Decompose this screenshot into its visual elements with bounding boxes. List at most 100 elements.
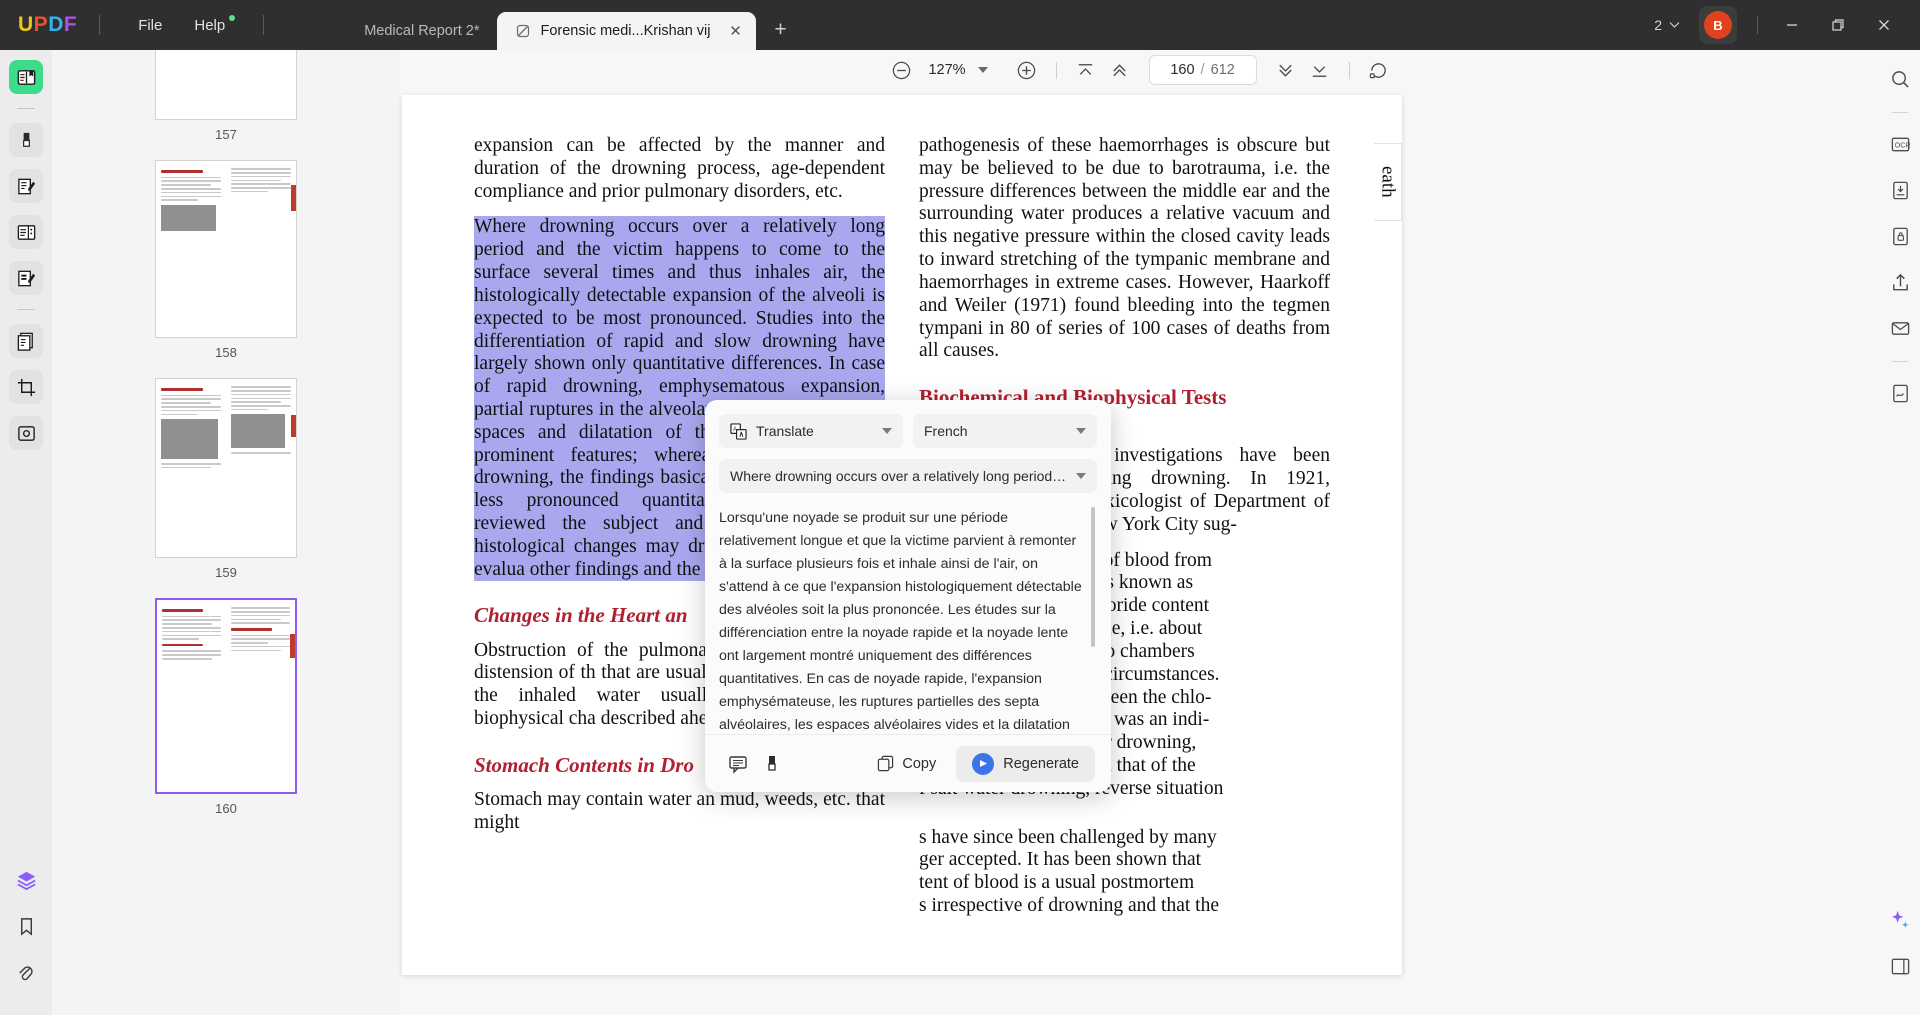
svg-text:OCR: OCR <box>1894 141 1910 149</box>
menu-help[interactable]: Help <box>178 14 241 34</box>
layers-icon[interactable] <box>9 863 43 897</box>
divider <box>17 309 35 310</box>
minimize-icon[interactable] <box>1770 6 1814 44</box>
thumbnail-page-image <box>155 598 297 794</box>
share-icon[interactable] <box>1885 267 1915 297</box>
next-page-icon[interactable] <box>1269 53 1303 87</box>
translate-panel-controls: A Translate French <box>705 400 1111 448</box>
comment-icon[interactable] <box>721 747 755 781</box>
document-count: 2 <box>1654 17 1662 33</box>
current-page: 160 <box>1170 62 1195 78</box>
zoom-in-icon[interactable] <box>1010 53 1044 87</box>
right-tool-rail: OCR <box>1880 50 1920 1015</box>
menu-help-label: Help <box>194 16 226 34</box>
avatar[interactable]: B <box>1699 6 1737 44</box>
pdf-icon <box>515 23 531 39</box>
thumbnail-page-image <box>155 50 297 120</box>
divider <box>263 15 265 35</box>
divider <box>1757 16 1758 34</box>
clipped-line: s irrespective of drowning and that the <box>919 895 1219 917</box>
source-text-dropdown[interactable]: Where drowning occurs over a relatively … <box>719 459 1097 493</box>
thumbnail-157[interactable]: 157 <box>52 50 400 160</box>
chevron-down-icon <box>1076 428 1086 434</box>
last-page-icon[interactable] <box>1303 53 1337 87</box>
document-toolbar: 127% 160 / 612 <box>400 50 1880 90</box>
language-dropdown[interactable]: French <box>913 414 1097 448</box>
translate-mode-dropdown[interactable]: A Translate <box>719 414 903 448</box>
logo-letter-u: U <box>18 13 34 36</box>
thumbnail-panel[interactable]: 157 158 159 160 <box>52 50 400 1015</box>
signature-icon[interactable] <box>1885 378 1915 408</box>
crop-icon[interactable] <box>9 370 43 404</box>
updf-logo: U P D F <box>18 13 77 37</box>
translation-result-area[interactable]: Lorsqu'une noyade se produit sur une pér… <box>719 507 1097 734</box>
right-rail-bottom <box>1885 905 1915 1015</box>
zoom-dropdown-caret[interactable] <box>977 67 988 73</box>
clipped-paragraph: s have since been challenged by many ger… <box>919 827 1330 918</box>
convert-pdf-icon[interactable] <box>9 324 43 358</box>
page-number-input[interactable]: 160 / 612 <box>1148 55 1257 85</box>
close-icon[interactable] <box>1862 6 1906 44</box>
thumbnail-number: 160 <box>215 801 237 816</box>
first-page-icon[interactable] <box>1069 53 1103 87</box>
thumbnail-number: 158 <box>215 345 237 360</box>
translate-panel-footer: Copy Regenerate <box>705 734 1111 792</box>
tab-strip: Medical Report 2* Forensic medi...Krisha… <box>346 0 795 50</box>
titlebar-left: U P D F File Help <box>0 0 286 50</box>
ai-sparkle-icon[interactable] <box>1885 905 1915 935</box>
reader-mode-icon[interactable] <box>9 60 43 94</box>
copy-label: Copy <box>902 755 937 772</box>
left-tool-rail <box>0 50 52 1015</box>
tab-label: Medical Report 2* <box>364 23 480 39</box>
help-notification-dot <box>229 14 236 21</box>
thumbnail-page-image <box>155 378 297 558</box>
compress-icon[interactable] <box>1885 175 1915 205</box>
thumbnail-159[interactable]: 159 <box>52 378 400 598</box>
previous-page-icon[interactable] <box>1103 53 1137 87</box>
tab-forensic-medicine[interactable]: Forensic medi...Krishan vij ✕ <box>497 12 756 50</box>
titlebar-right: 2 B <box>1645 0 1920 50</box>
translate-icon: A <box>730 422 747 440</box>
attachment-icon[interactable] <box>9 955 43 989</box>
regenerate-button[interactable]: Regenerate <box>956 745 1095 782</box>
single-page-view-icon[interactable] <box>1362 53 1396 87</box>
scrollbar-thumb[interactable] <box>1091 507 1095 647</box>
tab-medical-report[interactable]: Medical Report 2* <box>346 12 497 50</box>
clipped-line: s have since been challenged by many <box>919 826 1217 848</box>
regenerate-label: Regenerate <box>1003 755 1079 772</box>
protect-icon[interactable] <box>9 416 43 450</box>
expand-panel-icon[interactable] <box>1885 951 1915 981</box>
copy-button[interactable]: Copy <box>865 749 948 778</box>
divider <box>1055 61 1057 79</box>
edit-pdf-icon[interactable] <box>9 261 43 295</box>
chevron-down-icon <box>882 428 892 434</box>
menu-file[interactable]: File <box>122 17 178 34</box>
email-icon[interactable] <box>1885 313 1915 343</box>
annotate-icon[interactable] <box>9 169 43 203</box>
protect-document-icon[interactable] <box>1885 221 1915 251</box>
chevron-down-icon <box>1669 22 1680 28</box>
document-count-dropdown[interactable]: 2 <box>1645 12 1689 38</box>
close-icon[interactable]: ✕ <box>726 21 746 41</box>
divider <box>1892 361 1908 362</box>
zoom-level[interactable]: 127% <box>928 62 965 78</box>
zoom-out-icon[interactable] <box>884 53 918 87</box>
translate-panel[interactable]: A Translate French Where drowning occurs… <box>705 400 1111 792</box>
bookmark-icon[interactable] <box>9 909 43 943</box>
title-bar: U P D F File Help Medical Report 2* Fore… <box>0 0 1920 50</box>
divider <box>1892 112 1908 113</box>
paragraph: pathogenesis of these haemorrhages is ob… <box>919 135 1330 362</box>
ocr-icon[interactable]: OCR <box>1885 129 1915 159</box>
thumbnail-160[interactable]: 160 <box>52 598 400 834</box>
search-icon[interactable] <box>1885 64 1915 94</box>
copy-icon <box>877 755 894 772</box>
divider <box>1348 61 1350 79</box>
new-tab-button[interactable]: + <box>766 15 796 45</box>
translated-text: Lorsqu'une noyade se produit sur une pér… <box>719 510 1082 733</box>
highlighter-icon[interactable] <box>755 747 789 781</box>
highlighter-icon[interactable] <box>9 123 43 157</box>
organize-pages-icon[interactable] <box>9 215 43 249</box>
restore-icon[interactable] <box>1816 6 1860 44</box>
thumbnail-158[interactable]: 158 <box>52 160 400 378</box>
logo-letter-f: F <box>63 13 78 36</box>
